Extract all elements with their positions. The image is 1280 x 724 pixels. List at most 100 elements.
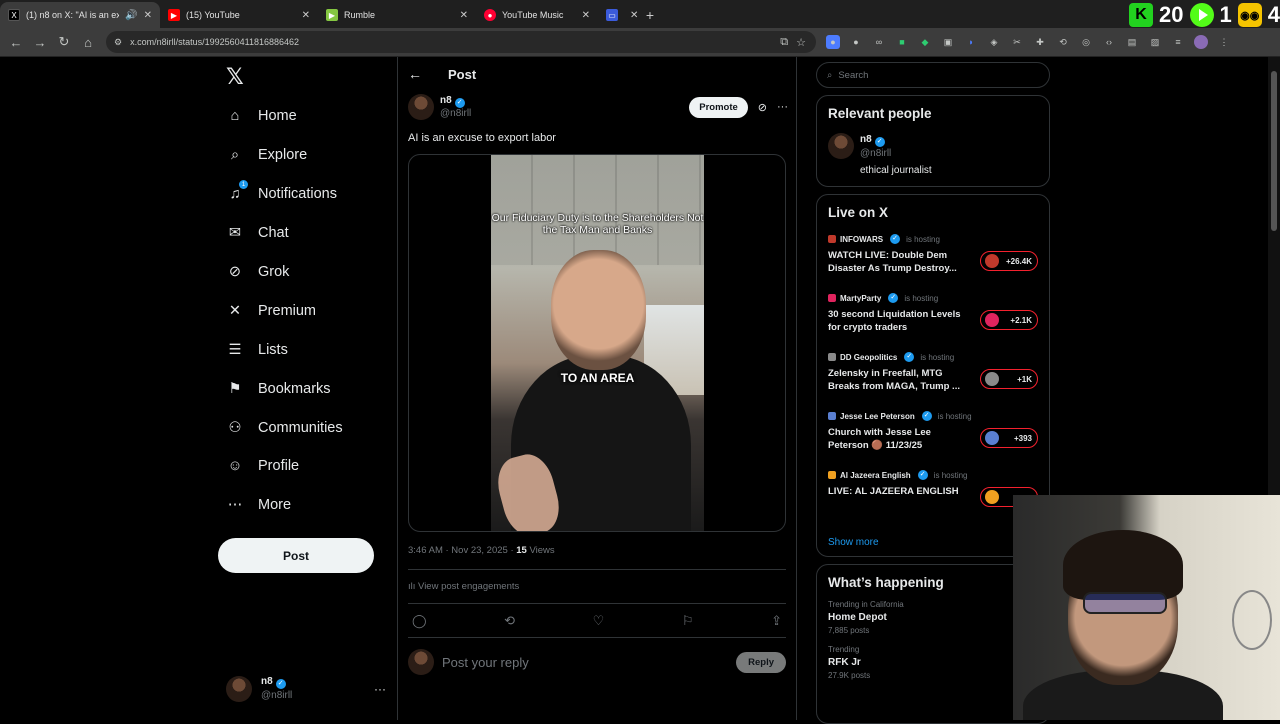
browser-tab[interactable]: ▭ ✕	[598, 2, 638, 28]
live-listeners-pill[interactable]: +393	[980, 428, 1038, 448]
menu-kebab-icon[interactable]: ⋮	[1217, 35, 1231, 49]
more-dots-icon[interactable]: ···	[374, 682, 386, 696]
account-switcher[interactable]: n8 ✓ @n8irll ···	[226, 675, 386, 702]
tab-title: YouTube Music	[502, 10, 564, 20]
browser-tab[interactable]: ● YouTube Music ✕	[476, 2, 598, 28]
avatar[interactable]	[408, 94, 434, 120]
post-button[interactable]: Post	[218, 538, 374, 573]
extension-icon[interactable]: ●	[826, 35, 840, 49]
person-handle[interactable]: @n8irll	[860, 147, 932, 160]
cast-icon[interactable]: ⧉	[780, 36, 788, 49]
left-navigation: 𝕏 ⌂ Home ⌕ Explore ♫ 1 Notifications ✉ Chat ⊘ Grok…	[218, 57, 388, 720]
extension-icon[interactable]: ≡	[1171, 35, 1185, 49]
nav-item-premium[interactable]: ✕ Premium	[226, 296, 316, 326]
browser-tab[interactable]: ▶ (15) YouTube ✕	[160, 2, 318, 28]
history-icon[interactable]: ⟲	[1056, 35, 1070, 49]
close-tab-icon[interactable]: ✕	[302, 10, 310, 21]
extension-icon[interactable]: ▣	[941, 35, 955, 49]
trend-item[interactable]: Trending in California Home Depot 7,885 po…	[828, 600, 1038, 635]
extension-icon[interactable]: ▤	[1125, 35, 1139, 49]
page-title: Post	[448, 66, 477, 82]
address-bar[interactable]: ⚙ x.com/n8irll/status/199256041181688646…	[106, 31, 816, 53]
reply-icon[interactable]: ◯	[412, 613, 427, 629]
live-item[interactable]: MartyParty ✓ is hosting 30 second Liquidati…	[828, 293, 1038, 352]
nav-item-bookmarks[interactable]: ⚑ Bookmarks	[226, 374, 331, 404]
like-heart-icon[interactable]: ♡	[593, 613, 605, 629]
nav-item-grok[interactable]: ⊘ Grok	[226, 257, 290, 287]
home-icon[interactable]: ⌂	[76, 30, 100, 54]
browser-tab[interactable]: X (1) n8 on X: "AI is an excuse 🔊 ✕	[0, 2, 160, 28]
host-name: DD Geopolitics	[840, 352, 898, 362]
extension-icon[interactable]: ∞	[872, 35, 886, 49]
live-listeners-pill[interactable]: +2.1K	[980, 310, 1038, 330]
reply-input[interactable]: Post your reply	[442, 655, 529, 670]
star-icon[interactable]: ☆	[796, 36, 806, 49]
extension-icon[interactable]: ●	[849, 35, 863, 49]
extension-icon[interactable]: ◎	[1079, 35, 1093, 49]
close-tab-icon[interactable]: ✕	[460, 10, 468, 21]
video-frame[interactable]: Our Fiduciary Duty is to the Shareholder…	[491, 155, 704, 531]
nav-item-lists[interactable]: ☰ Lists	[226, 335, 288, 365]
extension-icon[interactable]: ✂	[1010, 35, 1024, 49]
live-listeners-pill[interactable]: +1K	[980, 369, 1038, 389]
nav-item-more[interactable]: ⋯ More	[226, 490, 291, 520]
rumble-favicon-icon: ▶	[326, 9, 338, 21]
live-listeners-pill[interactable]: +26.4K	[980, 251, 1038, 271]
close-tab-icon[interactable]: ✕	[630, 10, 638, 21]
avatar[interactable]	[828, 133, 854, 159]
forward-arrow-icon[interactable]: →	[28, 30, 52, 54]
nav-item-communities[interactable]: ⚇ Communities	[226, 413, 343, 443]
search-input[interactable]: ⌕ Search	[816, 62, 1050, 88]
profile-avatar-icon[interactable]	[1194, 35, 1208, 49]
close-tab-icon[interactable]: ✕	[582, 10, 590, 21]
reply-button[interactable]: Reply	[736, 651, 786, 673]
author-name[interactable]: n8	[440, 95, 452, 106]
site-info-icon[interactable]: ⚙	[114, 37, 122, 48]
bookmark-icon[interactable]: ⚐	[682, 613, 694, 629]
repost-icon[interactable]: ⟲	[504, 613, 515, 629]
view-engagements-link[interactable]: ılı View post engagements	[408, 581, 519, 592]
live-item[interactable]: Al Jazeera English ✓ is hosting LIVE: AL JA…	[828, 470, 1038, 529]
new-tab-button[interactable]: +	[638, 2, 662, 28]
scrollbar-thumb[interactable]	[1271, 71, 1277, 231]
code-icon[interactable]: ‹›	[1102, 35, 1116, 49]
relevant-people-title: Relevant people	[828, 106, 932, 121]
extension-icon[interactable]: ◗	[964, 35, 978, 49]
x-logo-icon[interactable]: 𝕏	[226, 65, 244, 90]
browser-tab[interactable]: ▶ Rumble ✕	[318, 2, 476, 28]
kick-icon: K	[1129, 3, 1154, 27]
listener-count: +26.4K	[1005, 256, 1032, 266]
speaker-icon[interactable]: 🔊	[125, 10, 137, 21]
reload-icon[interactable]: ↻	[52, 30, 76, 54]
share-icon[interactable]: ⇪	[771, 613, 782, 629]
back-arrow-icon[interactable]: ←	[408, 66, 422, 82]
live-item[interactable]: INFOWARS ✓ is hosting WATCH LIVE: Double De…	[828, 234, 1038, 293]
extension-icon[interactable]: ▨	[1148, 35, 1162, 49]
more-dots-icon[interactable]: ···	[777, 101, 788, 113]
close-tab-icon[interactable]: ✕	[144, 10, 152, 21]
back-arrow-icon[interactable]: ←	[4, 30, 28, 54]
grok-explain-icon[interactable]: ⊘	[758, 101, 767, 114]
viewer-icon: ◉◉	[1237, 3, 1262, 27]
live-item[interactable]: Jesse Lee Peterson ✓ is hosting Church with…	[828, 411, 1038, 470]
puzzle-icon[interactable]: ✚	[1033, 35, 1047, 49]
timestamp-text[interactable]: 3:46 AM · Nov 23, 2025 ·	[408, 545, 516, 556]
nav-item-home[interactable]: ⌂ Home	[226, 101, 297, 131]
post-video[interactable]: Our Fiduciary Duty is to the Shareholder…	[408, 154, 786, 532]
x-premium-icon: ✕	[228, 303, 242, 319]
nav-item-explore[interactable]: ⌕ Explore	[226, 140, 307, 170]
browser-tab-strip: X (1) n8 on X: "AI is an excuse 🔊 ✕ ▶ (1…	[0, 0, 1280, 28]
nav-item-chat[interactable]: ✉ Chat	[226, 218, 289, 248]
extension-icon[interactable]: ■	[895, 35, 909, 49]
extension-icon[interactable]: ◈	[987, 35, 1001, 49]
person-name[interactable]: n8	[860, 134, 872, 145]
nav-item-notifications[interactable]: ♫ 1 Notifications	[226, 179, 337, 209]
nav-item-profile[interactable]: ☺ Profile	[226, 451, 300, 481]
trend-item[interactable]: Trending RFK Jr 27.9K posts	[828, 645, 1038, 680]
extension-icon[interactable]: ◆	[918, 35, 932, 49]
show-more-link[interactable]: Show more	[828, 537, 1038, 548]
promote-button[interactable]: Promote	[689, 96, 748, 118]
author-handle[interactable]: @n8irll	[440, 108, 471, 120]
verified-badge-icon: ✓	[917, 470, 928, 480]
live-item[interactable]: DD Geopolitics ✓ is hosting Zelensky in Fre…	[828, 352, 1038, 411]
